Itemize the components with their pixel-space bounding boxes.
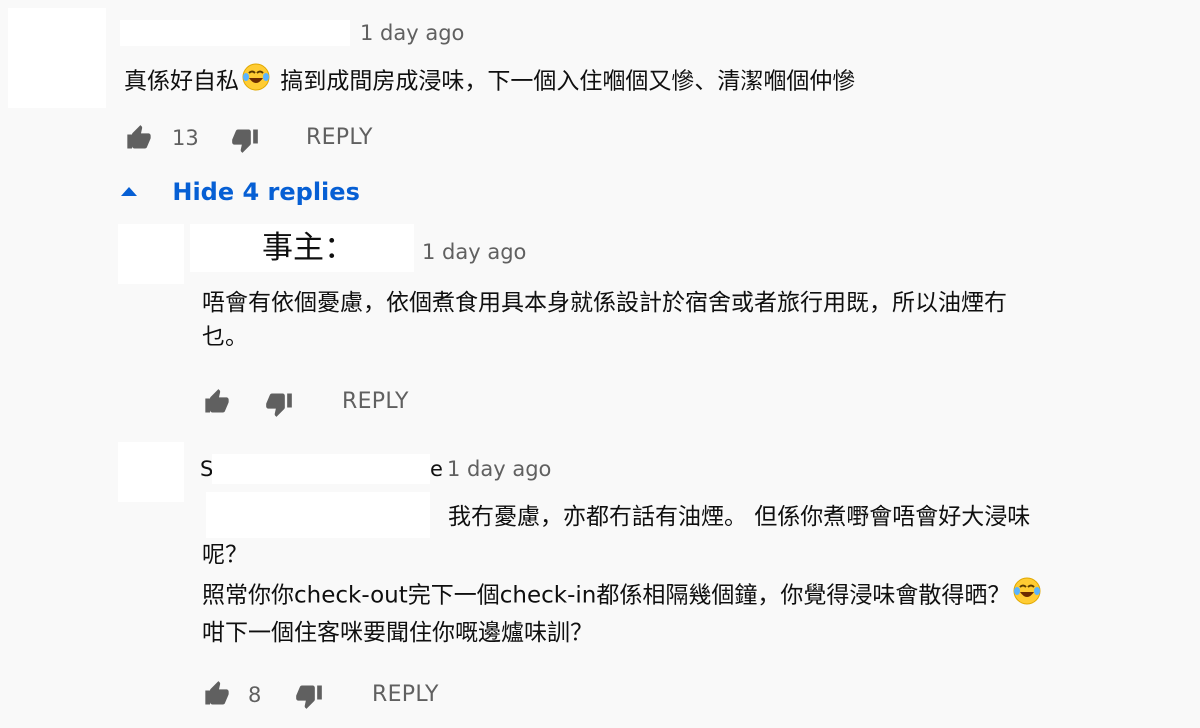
comment-text-line: 我冇憂慮，亦都冇話有油煙。 但係你煮嘢會唔會好大浸味 <box>448 504 1031 530</box>
timestamp[interactable]: 1 day ago <box>447 457 551 481</box>
comment-text: 真係好自私 搞到成間房成浸味，下一個入住嗰個又慘、清潔嗰個仲慘 <box>124 62 855 102</box>
author-name-text[interactable]: 事主： <box>262 228 355 268</box>
laughing-emoji-icon <box>1012 576 1042 616</box>
thumb-down-icon[interactable] <box>294 682 324 714</box>
hide-replies-toggle[interactable]: Hide 4 replies <box>120 178 360 206</box>
reply-button[interactable]: REPLY <box>342 389 409 414</box>
mention-redacted <box>206 492 430 538</box>
comment-text-line: 咁下一個住客咪要聞住你嘅邊爐味訓？ <box>202 620 593 646</box>
chevron-up-icon <box>120 175 144 203</box>
thumb-up-icon[interactable] <box>124 124 154 156</box>
laughing-emoji-icon <box>241 62 271 102</box>
reply-button[interactable]: REPLY <box>372 682 439 707</box>
author-name-redacted[interactable] <box>120 20 350 46</box>
timestamp[interactable]: 1 day ago <box>360 21 464 45</box>
avatar[interactable] <box>8 8 106 108</box>
comment-text-line: 照常你你check-out完下一個check-in都係相隔幾個鐘，你覺得浸味會散… <box>202 576 1044 616</box>
thumb-down-icon[interactable] <box>264 390 294 422</box>
avatar[interactable] <box>118 442 184 502</box>
timestamp[interactable]: 1 day ago <box>422 240 526 264</box>
avatar[interactable] <box>118 224 184 284</box>
comment-text-line: 呢？ <box>202 542 248 568</box>
thumb-up-icon[interactable] <box>202 388 232 420</box>
thumb-down-icon[interactable] <box>230 126 260 158</box>
like-count: 8 <box>248 683 262 707</box>
reply-button[interactable]: REPLY <box>306 125 373 150</box>
author-name-redacted[interactable] <box>212 454 430 484</box>
like-count: 13 <box>172 126 199 150</box>
comment-text: 唔會有依個憂慮，依個煮食用具本身就係設計於宿舍或者旅行用既，所以油煙冇 乜。 <box>202 290 1007 350</box>
author-name-suffix[interactable]: e <box>430 457 443 481</box>
thumb-up-icon[interactable] <box>202 680 232 712</box>
